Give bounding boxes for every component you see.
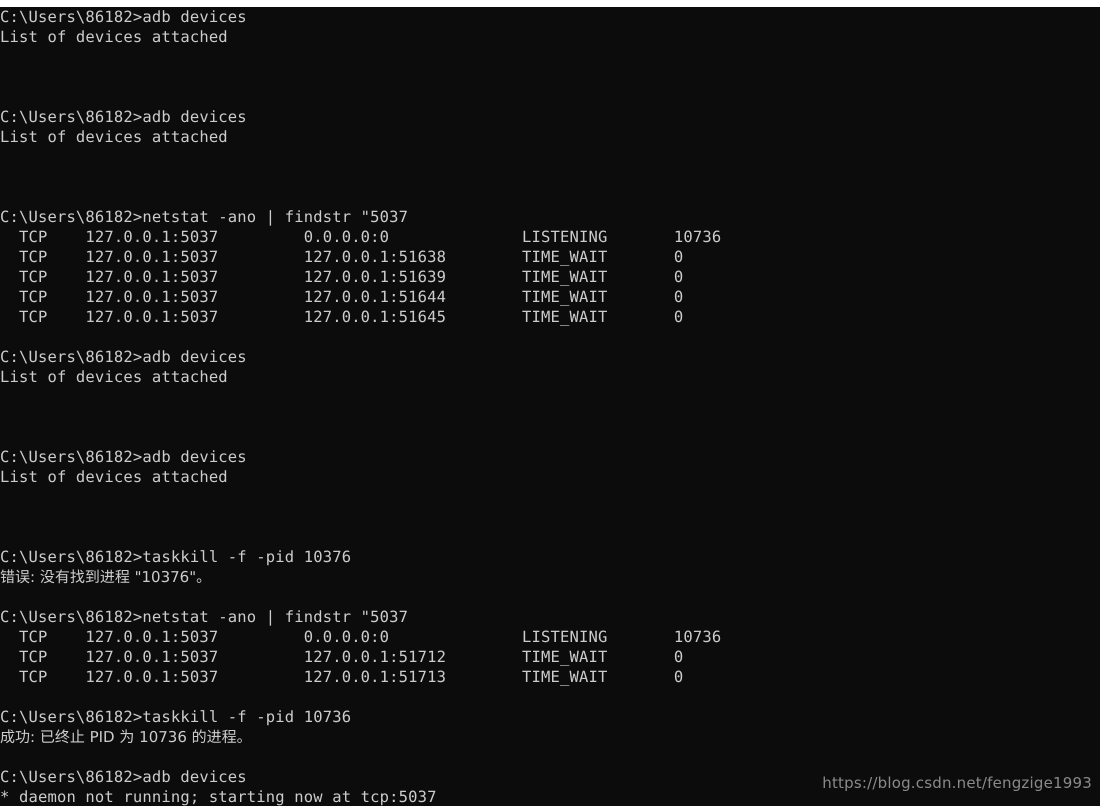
console-line: C:\Users\86182>adb devices bbox=[0, 8, 247, 26]
console-line: List of devices attached bbox=[0, 368, 228, 386]
watermark-url: https://blog.csdn.net/fengzige1993 bbox=[822, 774, 1092, 792]
console-line: TCP 127.0.0.1:5037 127.0.0.1:51645 TIME_… bbox=[0, 308, 684, 326]
console-output-area[interactable]: C:\Users\86182>adb devices List of device… bbox=[0, 7, 1100, 806]
console-line: C:\Users\86182>adb devices bbox=[0, 348, 247, 366]
console-line: C:\Users\86182>adb devices bbox=[0, 108, 247, 126]
console-line: TCP 127.0.0.1:5037 0.0.0.0:0 LISTENING 1… bbox=[0, 228, 722, 246]
console-line: 成功: 已终止 PID 为 10736 的进程。 bbox=[0, 728, 252, 746]
console-line: TCP 127.0.0.1:5037 127.0.0.1:51712 TIME_… bbox=[0, 648, 684, 666]
console-line: C:\Users\86182>adb devices bbox=[0, 448, 247, 466]
console-line: C:\Users\86182>taskkill -f -pid 10376 bbox=[0, 548, 352, 566]
console-line: C:\Users\86182>taskkill -f -pid 10736 bbox=[0, 708, 352, 726]
console-line: List of devices attached bbox=[0, 28, 228, 46]
console-line: List of devices attached bbox=[0, 468, 228, 486]
console-line: TCP 127.0.0.1:5037 127.0.0.1:51639 TIME_… bbox=[0, 268, 684, 286]
console-line: TCP 127.0.0.1:5037 127.0.0.1:51644 TIME_… bbox=[0, 288, 684, 306]
console-line: List of devices attached bbox=[0, 128, 228, 146]
console-line: TCP 127.0.0.1:5037 127.0.0.1:51638 TIME_… bbox=[0, 248, 684, 266]
console-line: 错误: 没有找到进程 "10376"。 bbox=[0, 568, 212, 586]
console-line: C:\Users\86182>netstat -ano | findstr "5… bbox=[0, 208, 409, 226]
console-line: C:\Users\86182>netstat -ano | findstr "5… bbox=[0, 608, 409, 626]
command-prompt-window[interactable]: C:\Users\86182>adb devices List of device… bbox=[0, 7, 1100, 806]
console-line: TCP 127.0.0.1:5037 127.0.0.1:51713 TIME_… bbox=[0, 668, 684, 686]
console-line: TCP 127.0.0.1:5037 0.0.0.0:0 LISTENING 1… bbox=[0, 628, 722, 646]
